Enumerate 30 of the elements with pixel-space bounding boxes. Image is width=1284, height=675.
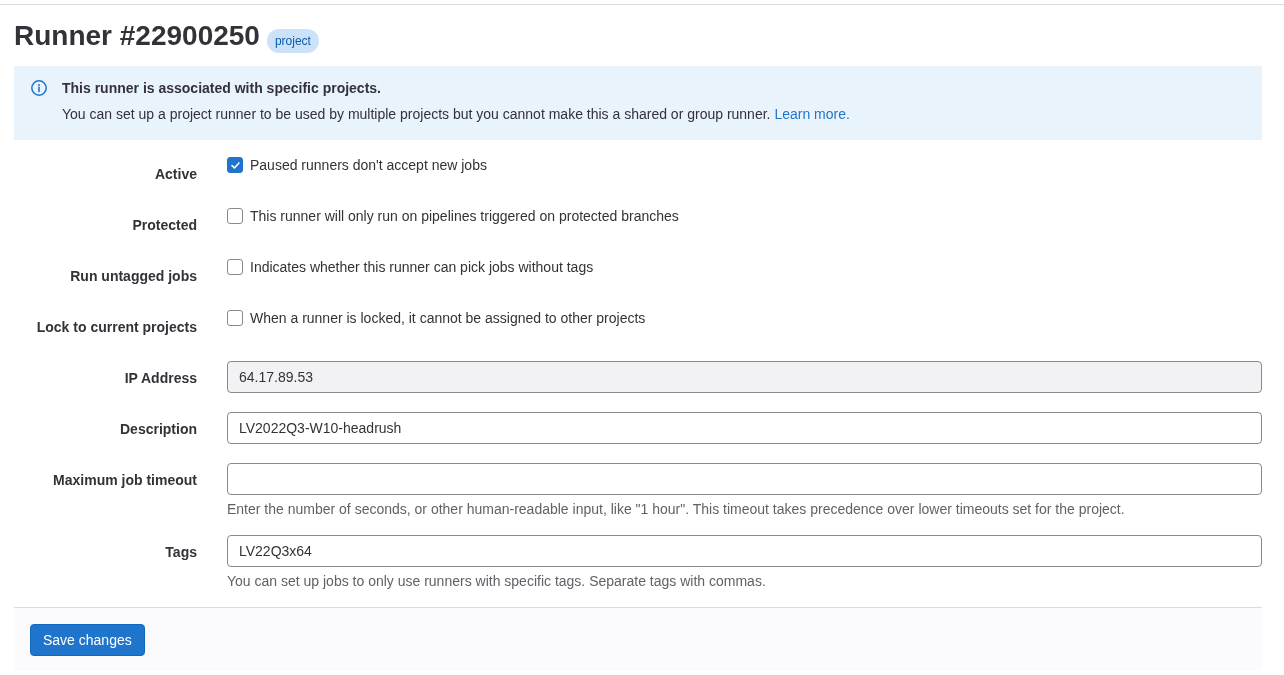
checkbox[interactable] [227, 208, 243, 224]
save-button[interactable]: Save changes [30, 624, 145, 656]
page-title: Runner #22900250 [14, 19, 260, 53]
help-text: You can set up jobs to only use runners with specific tags. Separate tags with commas. [227, 572, 767, 591]
field-label: Tags [165, 543, 197, 562]
text-field[interactable]: LV22Q3x64 [227, 535, 1262, 567]
checkbox[interactable] [227, 310, 243, 326]
checkbox-label: This runner will only run on pipelines triggered on protected branches [250, 208, 679, 224]
checkbox-label: Paused runners don't accept new jobs [250, 157, 487, 173]
text-field[interactable] [227, 463, 1262, 495]
field-label: Run untagged jobs [70, 267, 197, 286]
checkbox-label: When a runner is locked, it cannot be assigned to other projects [250, 310, 646, 326]
help-text: Enter the number of seconds, or other human-readable input, like "1 hour". This timeout takes precedence over lower timeouts set for the project. [227, 500, 1126, 519]
learn-more-link[interactable]: Learn more. [774, 106, 850, 122]
checkbox-label: Indicates whether this runner can pick jobs without tags [250, 259, 594, 275]
alert-title: This runner is associated with specific projects. [62, 79, 382, 98]
field-label: Protected [132, 216, 197, 235]
checkmark-icon [230, 161, 240, 169]
field-label: IP Address [124, 369, 197, 388]
text-field[interactable]: 64.17.89.53 [227, 361, 1262, 393]
text-field[interactable]: LV2022Q3-W10-headrush [227, 412, 1262, 444]
field-label: Active [154, 165, 197, 184]
field-label: Description [120, 420, 197, 439]
field-label: Maximum job timeout [53, 471, 197, 490]
checkbox[interactable] [227, 157, 243, 173]
alert-message: You can set up a project runner to be used by multiple projects but you cannot make this a shared or group runner. Learn more. [62, 105, 850, 124]
info-icon [31, 80, 47, 96]
field-label: Lock to current projects [36, 318, 197, 337]
type-badge: project [266, 29, 319, 53]
checkbox[interactable] [227, 259, 243, 275]
